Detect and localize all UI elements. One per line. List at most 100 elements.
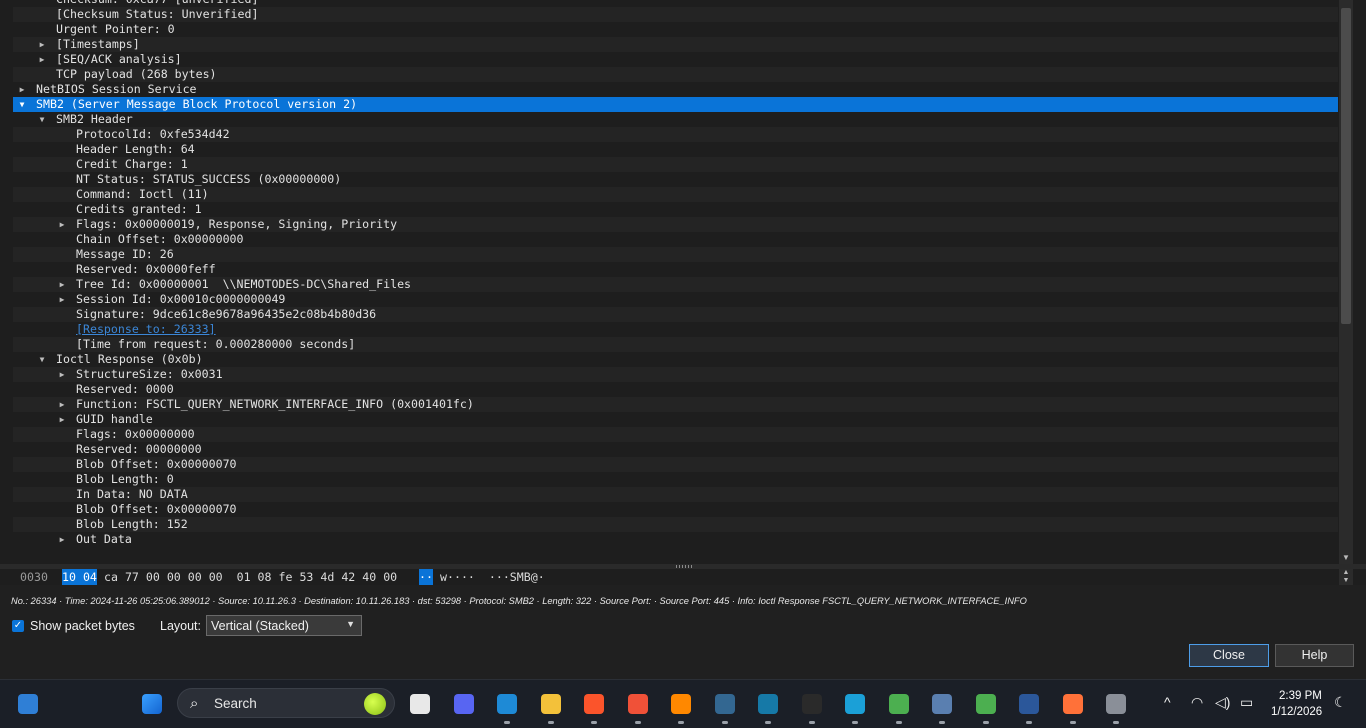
brave-icon[interactable] — [578, 688, 610, 724]
bytes-hex-selected[interactable]: 10 04 — [62, 569, 97, 585]
vlc-icon[interactable] — [665, 688, 697, 724]
tree-row[interactable]: In Data: NO DATA — [13, 487, 1338, 502]
tree-row[interactable]: [Checksum Status: Unverified] — [13, 7, 1338, 22]
chevron-up-icon[interactable]: ^ — [1164, 694, 1171, 710]
splitter-grip-icon[interactable] — [676, 565, 692, 568]
wireshark-icon[interactable] — [752, 688, 784, 724]
expanded-arrow-icon[interactable]: ▼ — [17, 97, 27, 112]
taskbar: ⌕ Search ^ ◠ ◁) ▭ 2:39 PM 1/12/2026 ☾ — [0, 679, 1366, 728]
tree-row[interactable]: NT Status: STATUS_SUCCESS (0x00000000) — [13, 172, 1338, 187]
postgresql-icon[interactable] — [709, 688, 741, 724]
tree-row[interactable]: Chain Offset: 0x00000000 — [13, 232, 1338, 247]
collapsed-arrow-icon[interactable]: ▶ — [57, 367, 67, 382]
collapsed-arrow-icon[interactable]: ▶ — [57, 217, 67, 232]
scrollbar-thumb[interactable] — [1341, 8, 1351, 324]
tree-row[interactable]: ▶ GUID handle — [13, 412, 1338, 427]
terminal-icon[interactable] — [796, 688, 828, 724]
collapsed-arrow-icon[interactable]: ▶ — [37, 52, 47, 67]
tree-row[interactable]: Reserved: 00000000 — [13, 442, 1338, 457]
layout-select[interactable]: Vertical (Stacked) ▼ — [206, 615, 362, 636]
vscode-icon[interactable] — [491, 688, 523, 724]
bytes-ascii[interactable]: w···· ···SMB@· — [440, 569, 545, 585]
tree-row[interactable]: ▶ Function: FSCTL_QUERY_NETWORK_INTERFACE… — [13, 397, 1338, 412]
tree-row[interactable]: Blob Length: 152 — [13, 517, 1338, 532]
tree-row[interactable]: Blob Offset: 0x00000070 — [13, 457, 1338, 472]
tree-row[interactable]: ▼ Ioctl Response (0x0b) — [13, 352, 1338, 367]
cisco-packet-tracer-glyph — [845, 694, 865, 714]
tree-row-label: [SEQ/ACK analysis] — [56, 52, 182, 66]
clock-time[interactable]: 2:39 PM — [1279, 690, 1322, 702]
tree-row[interactable]: ▶ StructureSize: 0x0031 — [13, 367, 1338, 382]
tree-row[interactable]: Urgent Pointer: 0 — [13, 22, 1338, 37]
battery-icon[interactable]: ▭ — [1240, 694, 1253, 711]
bytes-hex[interactable]: ca 77 00 00 00 00 01 08 fe 53 4d 42 40 0… — [104, 569, 397, 585]
tree-row-label: Ioctl Response (0x0b) — [56, 352, 203, 366]
taskbar-search[interactable]: ⌕ Search — [177, 688, 395, 718]
tree-row[interactable]: Flags: 0x00000000 — [13, 427, 1338, 442]
tree-row[interactable]: [Time from request: 0.000280000 seconds] — [13, 337, 1338, 352]
expanded-arrow-icon[interactable]: ▼ — [37, 352, 47, 367]
remote-desktop-icon[interactable] — [926, 688, 958, 724]
tree-row[interactable]: Signature: 9dce61c8e9678a96435e2c08b4b80… — [13, 307, 1338, 322]
tree-row[interactable]: Blob Length: 0 — [13, 472, 1338, 487]
running-indicator — [808, 721, 815, 724]
tree-row[interactable]: Reserved: 0000 — [13, 382, 1338, 397]
chrome-profile-icon[interactable] — [970, 688, 1002, 724]
show-bytes-checkbox[interactable]: ✓ — [12, 620, 24, 632]
swift-playgrounds-icon[interactable] — [622, 688, 654, 724]
tree-row[interactable]: ▶ NetBIOS Session Service — [13, 82, 1338, 97]
collapsed-arrow-icon[interactable]: ▶ — [57, 397, 67, 412]
wifi-icon[interactable]: ◠ — [1191, 694, 1203, 711]
widgets-icon[interactable] — [12, 688, 44, 720]
tree-row[interactable]: ▶ [Timestamps] — [13, 37, 1338, 52]
tree-row[interactable]: Message ID: 26 — [13, 247, 1338, 262]
settings-icon[interactable] — [1100, 688, 1132, 724]
bytes-ascii-selected[interactable]: ·· — [419, 569, 433, 585]
tree-row[interactable]: ▶ Flags: 0x00000019, Response, Signing, P… — [13, 217, 1338, 232]
collapsed-arrow-icon[interactable]: ▶ — [37, 37, 47, 52]
notifications-moon-icon[interactable]: ☾ — [1334, 694, 1347, 711]
expanded-arrow-icon[interactable]: ▼ — [37, 112, 47, 127]
discord-icon[interactable] — [448, 688, 480, 720]
collapsed-arrow-icon[interactable]: ▶ — [57, 292, 67, 307]
tree-row[interactable]: Header Length: 64 — [13, 142, 1338, 157]
tree-row[interactable]: [Response to: 26333] — [13, 322, 1338, 337]
cisco-packet-tracer-icon[interactable] — [839, 688, 871, 724]
response-link[interactable]: [Response to: 26333] — [76, 322, 216, 337]
show-bytes-label[interactable]: Show packet bytes — [30, 619, 135, 633]
bytes-scroll-arrows-icon[interactable]: ▲ ▼ — [1339, 569, 1353, 585]
start-windows-icon[interactable] — [136, 688, 168, 720]
tree-row[interactable]: Reserved: 0x0000feff — [13, 262, 1338, 277]
packet-bytes-pane[interactable]: 0030 10 04 ca 77 00 00 00 00 01 08 fe 53… — [0, 569, 1366, 585]
tree-row[interactable]: ▶ Session Id: 0x00010c0000000049 — [13, 292, 1338, 307]
tree-row[interactable]: Blob Offset: 0x00000070 — [13, 502, 1338, 517]
tree-row[interactable]: Checksum: 0xca77 [unverified] — [13, 0, 1338, 7]
volume-icon[interactable]: ◁) — [1215, 694, 1230, 711]
collapsed-arrow-icon[interactable]: ▶ — [17, 82, 27, 97]
tree-row[interactable]: ProtocolId: 0xfe534d42 — [13, 127, 1338, 142]
file-explorer-icon[interactable] — [535, 688, 567, 724]
chrome-icon[interactable] — [883, 688, 915, 724]
word-icon[interactable] — [1013, 688, 1045, 724]
tree-row[interactable]: ▶ Out Data — [13, 532, 1338, 547]
clock-date[interactable]: 1/12/2026 — [1271, 706, 1322, 718]
tree-row[interactable]: Credit Charge: 1 — [13, 157, 1338, 172]
tree-row[interactable]: ▶ [SEQ/ACK analysis] — [13, 52, 1338, 67]
tree-row[interactable]: ▶ Tree Id: 0x00000001 \\NEMOTODES-DC\Shar… — [13, 277, 1338, 292]
tree-row[interactable]: TCP payload (268 bytes) — [13, 67, 1338, 82]
close-button[interactable]: Close — [1189, 644, 1269, 667]
scroll-down-arrow-icon[interactable]: ▼ — [1339, 552, 1353, 564]
collapsed-arrow-icon[interactable]: ▶ — [57, 277, 67, 292]
packet-details-pane[interactable]: Checksum: 0xca77 [unverified][Checksum S… — [0, 0, 1366, 566]
help-button[interactable]: Help — [1275, 644, 1354, 667]
tree-row[interactable]: Command: Ioctl (11) — [13, 187, 1338, 202]
collapsed-arrow-icon[interactable]: ▶ — [57, 532, 67, 547]
tree-row[interactable]: Credits granted: 1 — [13, 202, 1338, 217]
details-vertical-scrollbar[interactable]: ▼ — [1339, 0, 1353, 566]
collapsed-arrow-icon[interactable]: ▶ — [57, 412, 67, 427]
layout-label: Layout: — [160, 619, 202, 633]
task-view-icon[interactable] — [404, 688, 436, 720]
tree-row[interactable]: ▼ SMB2 (Server Message Block Protocol ver… — [13, 97, 1338, 112]
tree-row[interactable]: ▼ SMB2 Header — [13, 112, 1338, 127]
firefox-icon[interactable] — [1057, 688, 1089, 724]
